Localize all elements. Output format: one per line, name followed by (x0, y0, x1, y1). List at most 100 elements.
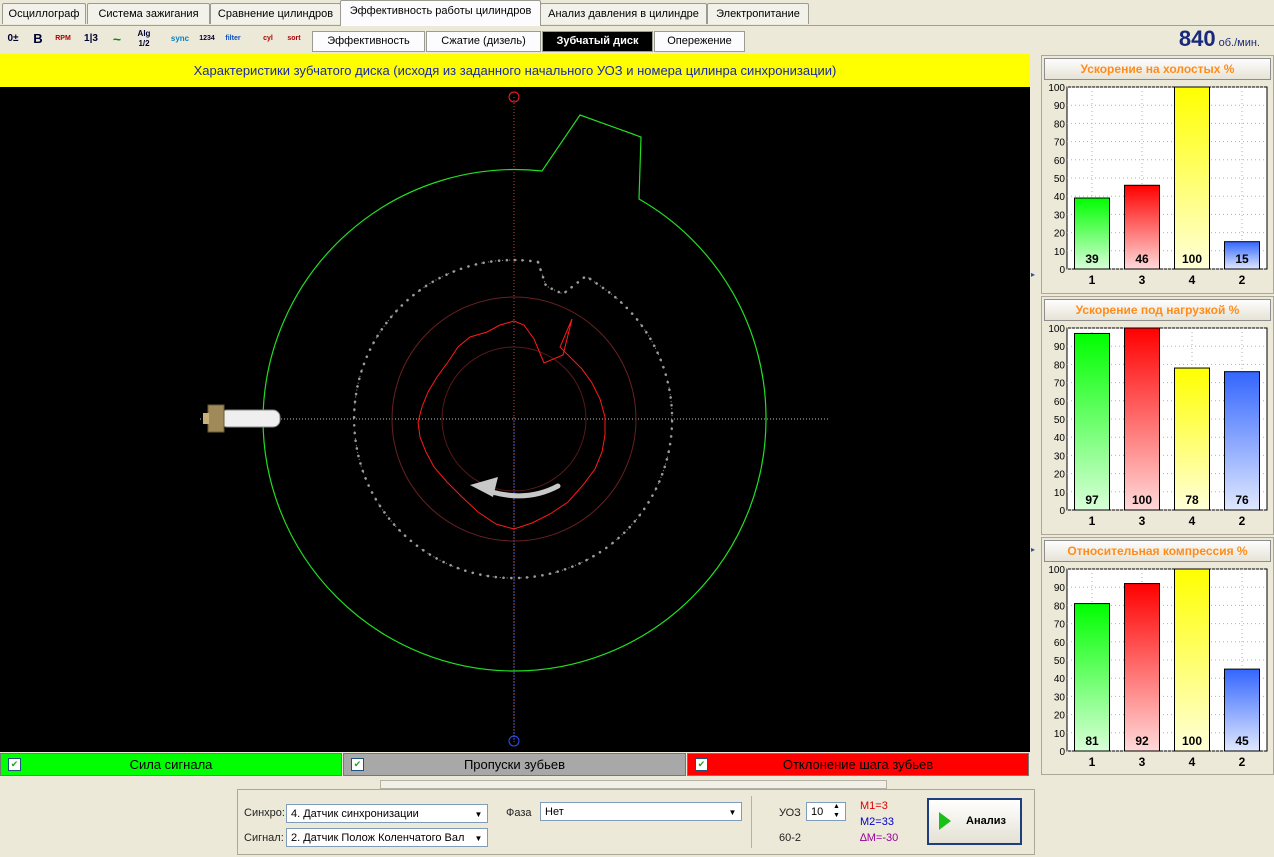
cylinders-chart-icon[interactable]: cyl (257, 29, 279, 49)
chart-panel-load-accel: Ускорение под нагрузкой % 0 10 20 30 40 50 60 7… (1041, 296, 1274, 535)
bar-value-label: 46 (1135, 252, 1149, 266)
phase-label: Фаза (506, 807, 532, 819)
category-label: 1 (1089, 273, 1096, 287)
bar-value-label: 81 (1085, 734, 1099, 748)
y-tick-label: 50 (1054, 415, 1066, 426)
bar-value-label: 100 (1132, 493, 1152, 507)
category-label: 2 (1239, 273, 1246, 287)
category-label: 1 (1089, 755, 1096, 769)
stepper-down-icon[interactable]: ▼ (830, 812, 843, 820)
phase-select[interactable]: Нет ▼ (540, 802, 742, 821)
bar-value-label: 39 (1085, 252, 1099, 266)
main-tab-bar: Осциллограф Система зажигания Сравнение … (0, 0, 1274, 26)
zero-offset-icon[interactable]: 0± (2, 29, 24, 49)
cylinder-order-icon[interactable]: 1|3 (80, 29, 102, 49)
legend-signal-strength[interactable]: ✔ Сила сигнала (0, 753, 342, 776)
bar-cyl-2 (1224, 371, 1260, 511)
y-tick-label: 90 (1054, 101, 1066, 112)
subtab-advance[interactable]: Опережение (654, 31, 745, 52)
tab-cylinder-pressure[interactable]: Анализ давления в цилиндре (540, 3, 707, 24)
waveform-icon[interactable]: ~ (106, 29, 128, 49)
subtab-efficiency[interactable]: Эффективность (312, 31, 425, 52)
y-tick-label: 100 (1048, 83, 1065, 94)
y-tick-label: 10 (1054, 488, 1066, 499)
y-tick-label: 100 (1048, 324, 1065, 335)
delta-m-value: ∆M=-30 (860, 832, 899, 844)
tab-cylinder-efficiency[interactable]: Эффективность работы цилиндров (340, 0, 541, 26)
checkbox-signal-strength[interactable]: ✔ (8, 758, 21, 771)
sort-icon[interactable]: sort (283, 29, 305, 49)
legend-missing-teeth[interactable]: ✔ Пропуски зубьев (343, 753, 686, 776)
analyze-label: Анализ (966, 815, 1006, 827)
y-tick-label: 30 (1054, 692, 1066, 703)
chart-title-compression: Относительная компрессия % (1044, 540, 1271, 562)
bar-value-label: 92 (1135, 734, 1149, 748)
category-label: 4 (1189, 273, 1196, 287)
rotation-arc (489, 483, 561, 499)
splitter-arrow-icon-2[interactable]: ▸ (1031, 545, 1036, 557)
y-tick-label: 40 (1054, 674, 1066, 685)
y-tick-label: 80 (1054, 119, 1066, 130)
y-tick-label: 0 (1059, 747, 1065, 758)
rpm-value: 840 (1178, 26, 1216, 51)
checkbox-tooth-pitch[interactable]: ✔ (695, 758, 708, 771)
bar-cyl-4 (1174, 86, 1210, 270)
sync-icon[interactable]: sync (169, 29, 191, 49)
subtab-compression-diesel[interactable]: Сжатие (дизель) (426, 31, 541, 52)
m1-value: M1=3 (860, 800, 888, 812)
bar-value-label: 100 (1182, 734, 1202, 748)
load-accel-bar-chart: 0 10 20 30 40 50 60 70 80 90 100 97 1 100 3 78 4 76 2 (1048, 324, 1268, 528)
subtab-toothed-disk[interactable]: Зубчатый диск (542, 31, 653, 52)
category-label: 3 (1139, 514, 1146, 528)
tab-cylinder-comparison[interactable]: Сравнение цилиндров (210, 3, 341, 24)
splitter-arrow-icon[interactable]: ▸ (1031, 270, 1036, 282)
category-label: 1 (1089, 514, 1096, 528)
bar-cyl-3 (1124, 583, 1160, 752)
phase-value: Нет (545, 806, 564, 818)
y-tick-label: 30 (1054, 451, 1066, 462)
category-label: 4 (1189, 514, 1196, 528)
splitter-handle[interactable] (380, 780, 887, 789)
checkbox-missing-teeth[interactable]: ✔ (351, 758, 364, 771)
category-label: 4 (1189, 755, 1196, 769)
y-tick-label: 90 (1054, 583, 1066, 594)
signal-label: Сигнал: (244, 832, 284, 844)
compression-bar-chart: 0 10 20 30 40 50 60 70 80 90 100 81 1 92 3 100 4 45 2 (1048, 565, 1268, 769)
y-tick-label: 40 (1054, 192, 1066, 203)
algorithm-icon[interactable]: Alg 1/2 (133, 29, 155, 49)
filter-icon[interactable]: filter (222, 29, 244, 49)
sensor-tip (203, 413, 209, 424)
bar-cyl-4 (1174, 367, 1210, 511)
legend-missing-teeth-label: Пропуски зубьев (463, 757, 566, 772)
tab-ignition-system[interactable]: Система зажигания (87, 3, 210, 24)
bar-value-label: 100 (1182, 252, 1202, 266)
rpm-readout: 840 об./мин. (1179, 26, 1260, 52)
y-tick-label: 70 (1054, 138, 1066, 149)
y-tick-label: 20 (1054, 470, 1066, 481)
bar-value-label: 45 (1235, 734, 1249, 748)
chevron-down-icon[interactable]: ▼ (472, 832, 485, 845)
bar-cyl-1 (1074, 332, 1110, 511)
y-tick-label: 70 (1054, 620, 1066, 631)
cylinder-numbering-icon[interactable]: 1234 (196, 29, 218, 49)
synchro-select[interactable]: 4. Датчик синхронизации ▼ (286, 804, 488, 823)
tab-oscillograph[interactable]: Осциллограф (2, 3, 86, 24)
uoz-stepper[interactable]: 10 ▲ ▼ (806, 802, 846, 821)
sensor-head (207, 404, 225, 433)
y-tick-label: 20 (1054, 229, 1066, 240)
disk-type: 60-2 (779, 832, 802, 844)
bar-value-label: 15 (1235, 252, 1249, 266)
bar-cyl-1 (1074, 603, 1110, 752)
tab-power-supply[interactable]: Электропитание (707, 3, 809, 24)
analyze-button[interactable]: Анализ (927, 798, 1022, 845)
rpm-icon[interactable]: RPM (52, 29, 74, 49)
signal-select[interactable]: 2. Датчик Полож Коленчатого Вал ▼ (286, 828, 488, 847)
bold-b-icon[interactable]: B (27, 29, 49, 49)
bar-cyl-4 (1174, 568, 1210, 752)
y-tick-label: 80 (1054, 601, 1066, 612)
legend-tooth-pitch[interactable]: ✔ Отклонение шага зубьев (687, 753, 1029, 776)
chart-title-load-accel: Ускорение под нагрузкой % (1044, 299, 1271, 321)
chevron-down-icon[interactable]: ▼ (472, 808, 485, 821)
chevron-down-icon[interactable]: ▼ (726, 806, 739, 819)
uoz-value[interactable]: 10 (811, 806, 823, 818)
